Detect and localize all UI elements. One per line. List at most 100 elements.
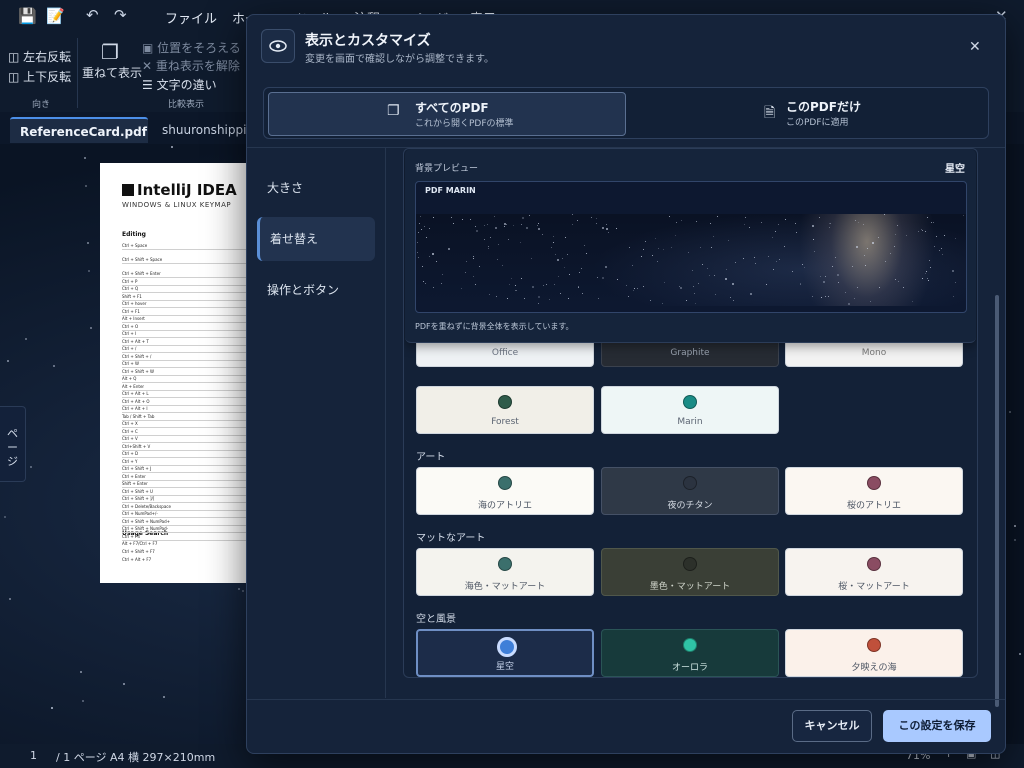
background-preview: 背景プレビュー 星空 PDF MARIN PDFを重ねずに背景全体を表示していま… xyxy=(405,149,976,343)
keymap-row: Ctrl + Q xyxy=(122,286,139,291)
keymap-row: Ctrl + D xyxy=(122,451,139,456)
star-dot xyxy=(461,219,463,221)
star-dot xyxy=(728,240,730,242)
nav-controls[interactable]: 操作とボタン xyxy=(257,268,375,312)
star-dot xyxy=(524,298,526,300)
star-dot xyxy=(750,292,753,295)
star-dot xyxy=(598,297,600,299)
dialog-close-icon[interactable]: ✕ xyxy=(969,39,981,55)
theme-sea-atelier-card[interactable]: 海のアトリエ xyxy=(416,467,594,515)
align-position-button[interactable]: ▣ 位置をそろえる xyxy=(142,39,241,56)
star-dot xyxy=(650,299,652,301)
theme-panel: 背景プレビュー 星空 PDF MARIN PDFを重ねずに背景全体を表示していま… xyxy=(403,148,978,678)
keymap-row: Ctrl + Shift + / xyxy=(122,353,152,359)
star-dot xyxy=(926,217,928,219)
star-dot xyxy=(935,235,937,237)
theme-starry-sky-card[interactable]: 星空 xyxy=(416,629,594,677)
star-dot xyxy=(943,235,945,237)
star-dot xyxy=(564,267,566,269)
scope-all-pdf-button[interactable]: ❐ すべてのPDF これから開くPDFの標準 xyxy=(268,92,626,136)
star-dot xyxy=(549,298,551,300)
theme-sunset-sea-card[interactable]: 夕映えの海 xyxy=(785,629,963,677)
star-dot xyxy=(863,223,865,225)
star-dot xyxy=(513,225,515,227)
undo-icon[interactable]: ↶ xyxy=(86,6,99,24)
star-dot xyxy=(29,466,32,469)
keymap-row: Ctrl + F1 xyxy=(122,308,140,314)
star-dot xyxy=(470,219,472,221)
star-dot xyxy=(903,286,905,288)
theme-aurora-card[interactable]: オーロラ xyxy=(601,629,779,677)
text-diff-button[interactable]: ☰ 文字の違い xyxy=(142,76,217,93)
dialog-scrollbar[interactable] xyxy=(995,295,999,707)
theme-sea-matte-card[interactable]: 海色・マットアート xyxy=(416,548,594,596)
star-dot xyxy=(564,237,566,239)
star-dot xyxy=(854,220,856,222)
scope-selector: ❐ すべてのPDF これから開くPDFの標準 🗎 このPDFだけ このPDFに適… xyxy=(263,87,989,139)
keymap-row-line xyxy=(122,344,246,346)
save-settings-button[interactable]: この設定を保存 xyxy=(883,710,991,742)
keymap-row: Ctrl + Enter xyxy=(122,473,146,479)
star-dot xyxy=(695,221,697,223)
star-dot xyxy=(702,264,704,266)
keymap-row: Ctrl + Alt + L xyxy=(122,391,149,396)
star-dot xyxy=(952,296,954,298)
nav-theme[interactable]: 着せ替え xyxy=(257,217,375,261)
scope-this-pdf-button[interactable]: 🗎 このPDFだけ このPDFに適用 xyxy=(628,92,984,134)
star-dot xyxy=(773,269,774,271)
cancel-button[interactable]: キャンセル xyxy=(792,710,872,742)
keymap-row: Ctrl + F4 xyxy=(122,533,140,539)
star-dot xyxy=(698,282,700,284)
star-dot xyxy=(894,233,896,235)
theme-marin-card[interactable]: Marin xyxy=(601,386,779,434)
star-dot xyxy=(537,227,540,230)
star-dot xyxy=(626,285,628,287)
star-dot xyxy=(784,246,786,248)
theme-sakura-atelier-card[interactable]: 桜のアトリエ xyxy=(785,467,963,515)
overlay-button[interactable]: ❐ 重ねて表示 xyxy=(82,40,142,88)
star-dot xyxy=(507,238,509,240)
star-dot xyxy=(898,281,900,283)
flip-vertical-button[interactable]: ◫ 上下反転 xyxy=(8,68,71,85)
redo-icon[interactable]: ↷ xyxy=(114,6,127,24)
page-panel-handle[interactable]: ページ xyxy=(0,406,26,482)
page-number[interactable]: 1 xyxy=(30,749,37,762)
tab-referencecard[interactable]: ReferenceCard.pdf ✕ xyxy=(10,117,148,165)
star-dot xyxy=(924,273,926,275)
document-subtitle: WINDOWS & LINUX KEYMAP xyxy=(122,201,232,209)
star-dot xyxy=(865,265,867,267)
star-dot xyxy=(496,295,498,297)
save-as-icon[interactable]: 📝 xyxy=(46,7,65,25)
save-icon[interactable]: 💾 xyxy=(18,7,37,25)
star-dot xyxy=(642,286,644,288)
star-dot xyxy=(709,274,711,276)
flip-horizontal-button[interactable]: ◫ 左右反転 xyxy=(8,48,71,65)
theme-night-titan-card[interactable]: 夜のチタン xyxy=(601,467,779,515)
nav-size[interactable]: 大きさ xyxy=(257,166,375,210)
star-dot xyxy=(567,254,569,256)
star-dot xyxy=(510,278,512,280)
tab-shuuronshippitu[interactable]: shuuronshippitu xyxy=(152,117,252,143)
star-dot xyxy=(927,277,929,279)
keymap-row: Ctrl + Shift + NumPad- xyxy=(122,526,169,531)
keymap-row: Alt + Insert xyxy=(122,316,145,321)
star-dot xyxy=(890,252,892,254)
star-dot xyxy=(766,283,768,285)
keymap-row: Ctrl + X xyxy=(122,421,138,426)
theme-sakura-matte-card[interactable]: 桜・マットアート xyxy=(785,548,963,596)
menu-file[interactable]: ファイル xyxy=(165,8,217,27)
theme-forest-card[interactable]: Forest xyxy=(416,386,594,434)
star-dot xyxy=(824,296,826,298)
star-dot xyxy=(90,327,93,330)
star-dot xyxy=(732,300,734,302)
star-dot xyxy=(479,266,480,268)
star-dot xyxy=(536,224,538,226)
star-dot xyxy=(811,224,814,227)
star-dot xyxy=(522,217,525,220)
star-dot xyxy=(893,245,895,247)
star-dot xyxy=(1013,525,1016,528)
remove-overlay-button[interactable]: ✕ 重ね表示を解除 xyxy=(142,57,240,74)
star-dot xyxy=(553,284,555,286)
section-matte-art: マットなアート xyxy=(416,533,486,544)
theme-ink-matte-card[interactable]: 墨色・マットアート xyxy=(601,548,779,596)
